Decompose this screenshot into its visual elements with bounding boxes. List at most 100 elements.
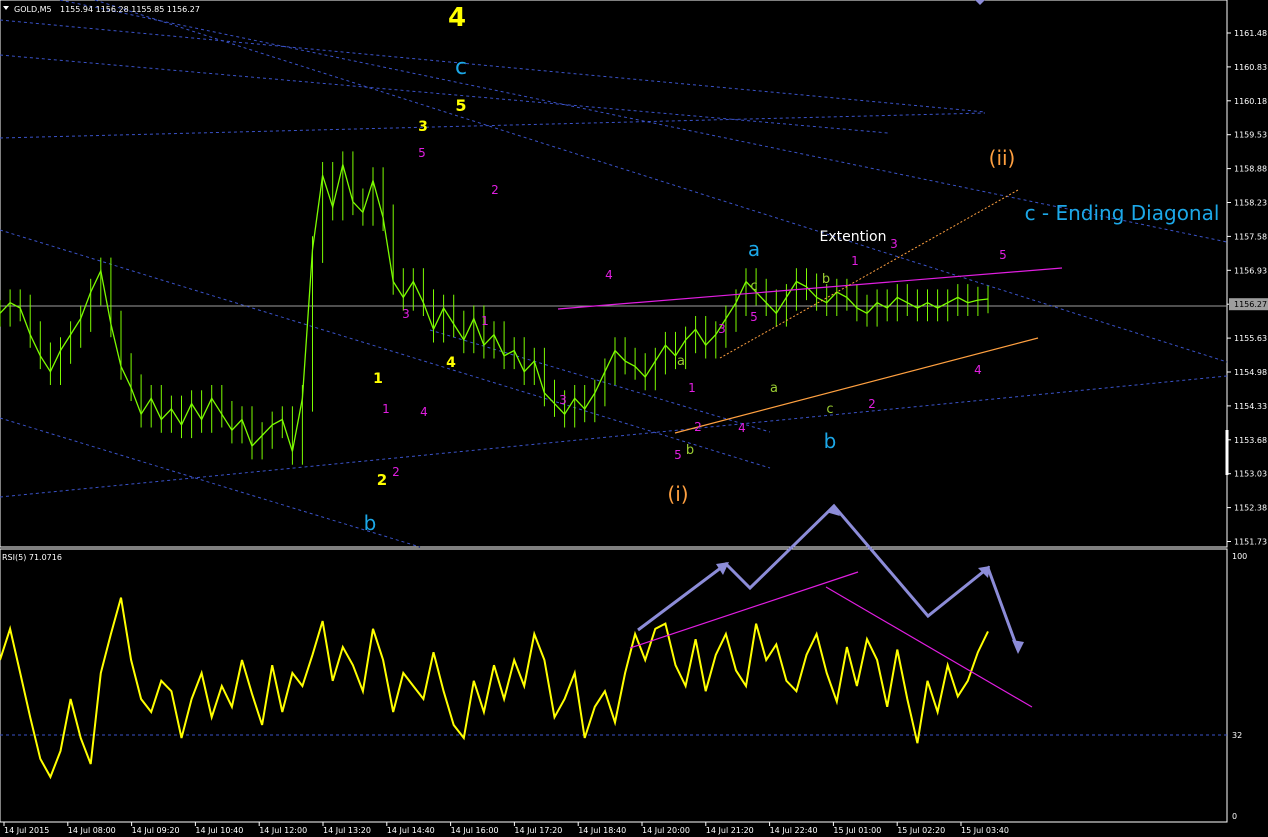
- dashed-trend-line: [0, 375, 1228, 498]
- menu-caret-icon[interactable]: [3, 6, 9, 10]
- wave-label: 5: [674, 448, 682, 462]
- price-pane-frame: [0, 0, 1228, 548]
- wave-label: a: [748, 237, 760, 261]
- trend-lines: [0, 0, 1228, 548]
- rsi-pane-frame: [0, 548, 1228, 823]
- dashed-trend-line: [0, 112, 986, 139]
- time-tick-label: 14 Jul 14:40: [387, 826, 435, 835]
- wave-label: 4: [974, 363, 982, 377]
- price-tick-label: 1157.58: [1234, 232, 1267, 241]
- chart-canvas: 4c53523 1411 42 2b435 b(i)a12 435acabcb13Exte…: [0, 0, 1268, 835]
- wave-label: Extention: [820, 229, 887, 245]
- time-tick-label: 14 Jul 08:00: [68, 826, 116, 835]
- time-tick-label: 14 Jul 20:00: [642, 826, 690, 835]
- wave-label: 4: [738, 421, 746, 435]
- price-tick-label: 1158.88: [1234, 165, 1267, 174]
- chart-window: 4 c 5 3 5 2 3 1 4 1 1 4 2 2 b 4 3 5 b (i) a 1 2 4 3 5 a c a b c b 1 3 Exte…: [0, 0, 1268, 837]
- wave-label: 2: [491, 183, 499, 197]
- arrow-tip-icon: [975, 0, 985, 5]
- price-tick-label: 1156.93: [1234, 266, 1267, 275]
- wave-label: 1: [373, 371, 383, 387]
- time-tick-label: 14 Jul 13:20: [323, 826, 371, 835]
- wave-label: 3: [890, 237, 898, 251]
- wave-label: 2: [694, 420, 702, 434]
- wave-label: 4: [605, 268, 613, 282]
- price-tick-label: 1154.98: [1234, 368, 1267, 377]
- wave-label: (ii): [989, 146, 1016, 170]
- time-tick-label: 15 Jul 02:20: [897, 826, 945, 835]
- wave-label: 3: [718, 322, 726, 336]
- wave-label: 5: [750, 310, 758, 324]
- wave-label: a: [677, 354, 685, 369]
- rsi-tick-label: 100: [1232, 552, 1247, 561]
- price-tick-label: 1161.48: [1234, 29, 1267, 38]
- price-tick-label: 1153.68: [1234, 436, 1267, 445]
- price-line: [0, 164, 989, 452]
- price-tick-label: 1160.83: [1234, 63, 1267, 72]
- magenta-upper-trendline: [557, 267, 1063, 310]
- wave-label: c: [455, 55, 467, 80]
- dashed-trend-line: [0, 54, 889, 134]
- wave-label: b: [824, 429, 837, 453]
- rsi-label: RSI(5) 71.0716: [2, 553, 62, 562]
- time-tick-label: 15 Jul 03:40: [961, 826, 1009, 835]
- wave-label: b: [686, 443, 694, 458]
- dashed-trend-line: [0, 229, 771, 469]
- wave-label: 1: [688, 381, 696, 395]
- dashed-trend-line: [0, 417, 421, 548]
- wave-label: 3: [559, 393, 567, 407]
- wave-label: b: [822, 272, 830, 287]
- price-tick-label: 1160.18: [1234, 97, 1267, 106]
- wave-label: 4: [446, 355, 456, 371]
- wave-label: 2: [868, 397, 876, 411]
- time-tick-label: 14 Jul 22:40: [770, 826, 818, 835]
- wave-label: 4: [420, 405, 428, 419]
- time-tick-label: 14 Jul 12:00: [259, 826, 307, 835]
- wave-label: a: [770, 381, 778, 396]
- price-tick-label: 1155.63: [1234, 334, 1267, 343]
- price-tick-label: 1152.38: [1234, 504, 1267, 513]
- orange-lower-trendline: [674, 337, 1039, 434]
- rsi-tick-label: 32: [1232, 731, 1242, 740]
- time-tick-label: 15 Jul 01:00: [833, 826, 881, 835]
- price-series: [0, 151, 989, 465]
- dashed-trend-line: [94, 0, 1228, 363]
- wave-label: 5: [999, 248, 1007, 262]
- time-tick-label: 14 Jul 18:40: [578, 826, 626, 835]
- wave-label: 4: [448, 3, 466, 33]
- wave-label: 5: [418, 146, 426, 160]
- wave-label: 2: [392, 465, 400, 479]
- price-tick-label: 1158.23: [1234, 199, 1267, 208]
- projection-arrow-path: [637, 503, 1020, 651]
- wave-label: c: [826, 402, 833, 417]
- time-tick-label: 14 Jul 16:00: [451, 826, 499, 835]
- rsi-line: [0, 597, 989, 780]
- wave-label: b: [364, 511, 377, 535]
- time-tick-label: 14 Jul 17:20: [514, 826, 562, 835]
- price-tick-label: 1154.33: [1234, 402, 1267, 411]
- axis-layer: 1161.48 1160.83 1160.18 1159.53 1158.88 1158.…: [3, 29, 1268, 835]
- price-tick-label: 1151.73: [1234, 538, 1267, 547]
- wave-label: 3: [418, 119, 428, 135]
- wave-label: 1: [481, 314, 489, 328]
- time-tick-label: 14 Jul 10:40: [195, 826, 243, 835]
- price-tick-label: 1153.03: [1234, 470, 1267, 479]
- wave-label: c - Ending Diagonal: [1025, 201, 1220, 225]
- wave-label: 5: [455, 96, 466, 115]
- chart-symbol-label: GOLD,M5: [14, 5, 52, 14]
- wave-label: 2: [377, 471, 387, 489]
- overlays: [557, 0, 1063, 708]
- wave-label: c: [750, 279, 757, 294]
- rsi-series: [0, 597, 989, 780]
- orange-extension-line: [719, 189, 1019, 359]
- rsi-tick-label: 0: [1232, 812, 1237, 821]
- wave-label: 3: [402, 307, 410, 321]
- wave-label: 1: [382, 402, 390, 416]
- time-tick-label: 14 Jul 09:20: [132, 826, 180, 835]
- ohlc-readout: 1155.94 1156.28 1155.85 1156.27: [60, 5, 200, 14]
- arrow-head-icon: [1012, 640, 1024, 654]
- price-tick-label: 1159.53: [1234, 131, 1267, 140]
- annotation-layer: 4c53523 1411 42 2b435 b(i)a12 435acabcb13Exte…: [364, 3, 1220, 535]
- time-tick-label: 14 Jul 2015: [4, 826, 49, 835]
- wave-label: 1: [851, 254, 859, 268]
